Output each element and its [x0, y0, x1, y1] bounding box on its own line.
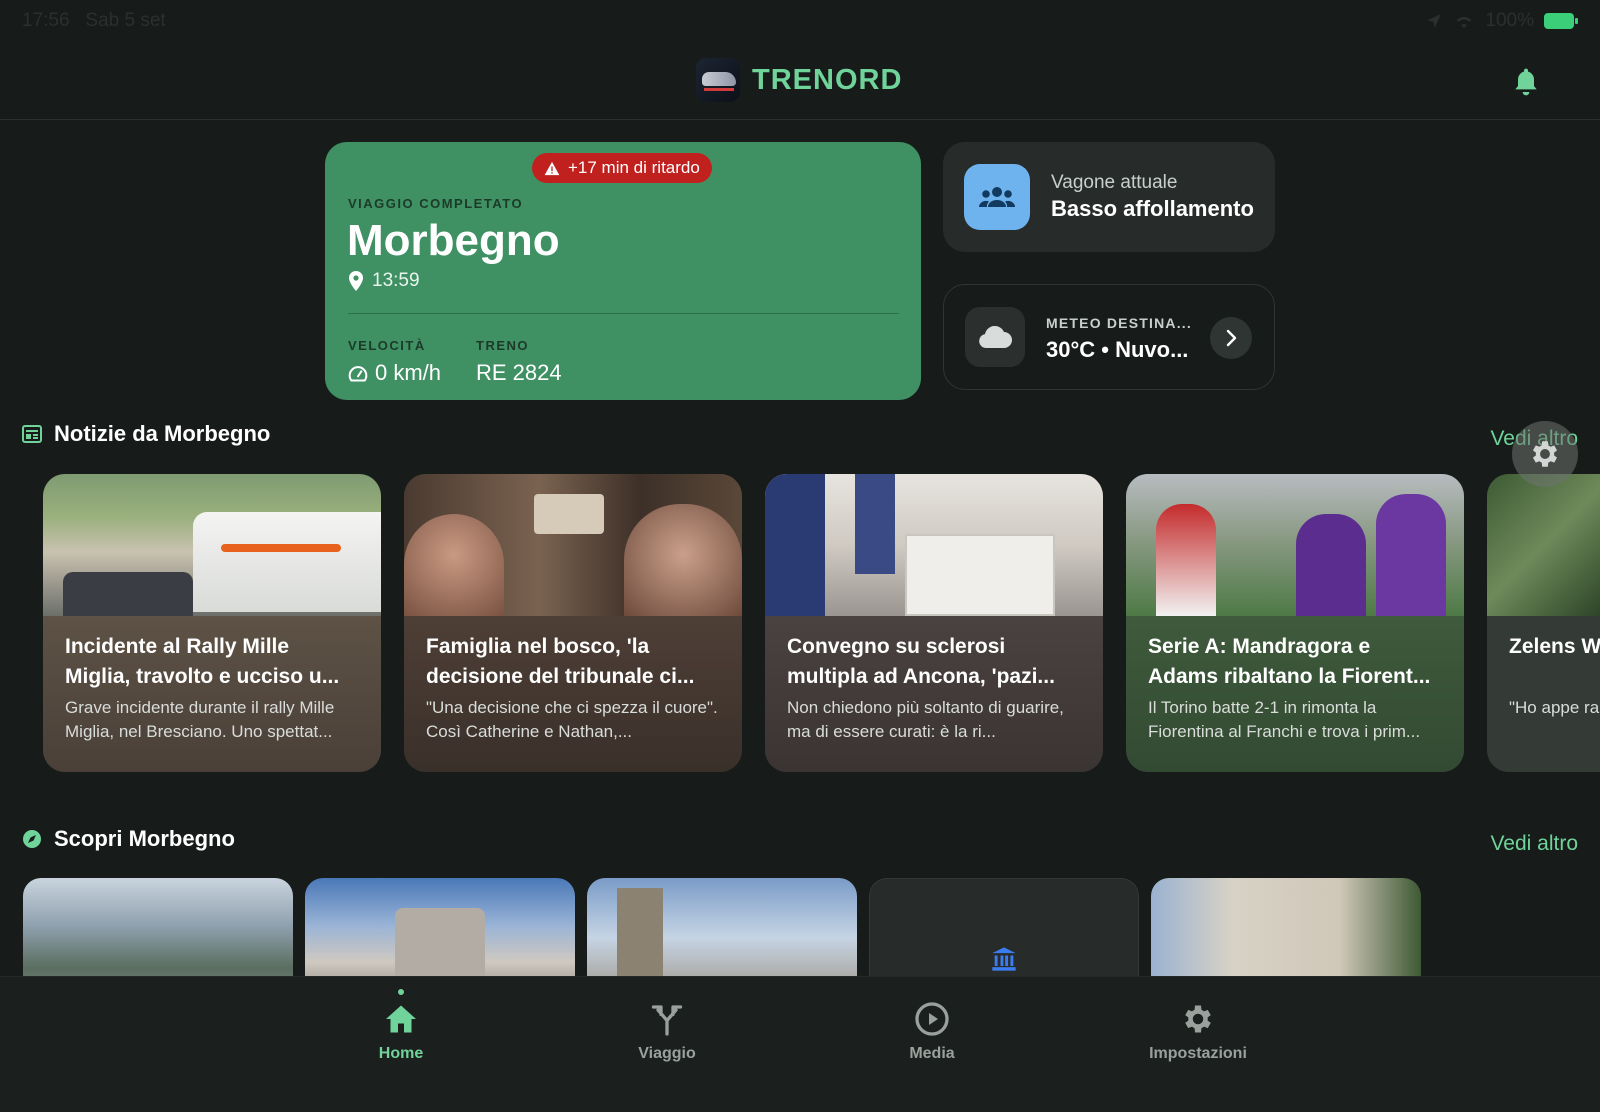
delay-badge: +17 min di ritardo [532, 153, 712, 183]
floating-settings-button[interactable] [1512, 421, 1578, 487]
news-card-title: Famiglia nel bosco, 'la decisione del tr… [426, 635, 695, 688]
nav-settings[interactable]: Impostazioni [1128, 1001, 1268, 1063]
news-card-title: Convegno su sclerosi multipla ad Ancona,… [787, 635, 1055, 688]
speed-text: 0 km/h [375, 360, 442, 385]
weather-label: METEO DESTINA... [1046, 315, 1192, 331]
crowding-card[interactable]: Vagone attuale Basso affollamento [943, 142, 1275, 252]
trip-status: VIAGGIO COMPLETATO [348, 196, 524, 211]
status-date: Sab 5 set [85, 10, 166, 31]
play-circle-icon [915, 1002, 949, 1036]
status-time: 17:56 [22, 10, 70, 31]
news-image [43, 474, 381, 616]
trip-arrival-time: 13:59 [348, 270, 420, 292]
trenord-logo-icon [696, 58, 740, 102]
battery-icon [1544, 13, 1578, 29]
nav-home-label: Home [378, 1045, 424, 1062]
news-card[interactable]: Zelens Witkof "Ho appe rapprese [1487, 474, 1600, 772]
trip-card[interactable]: +17 min di ritardo VIAGGIO COMPLETATO Mo… [325, 142, 921, 400]
news-image [1126, 474, 1464, 616]
news-card-title: Serie A: Mandragora e Adams ribaltano la… [1148, 635, 1431, 688]
news-card-title: Incidente al Rally Mille Miglia, travolt… [65, 635, 340, 688]
weather-card[interactable]: METEO DESTINA... 30°C • Nuvo... [943, 284, 1275, 390]
news-card[interactable]: Convegno su sclerosi multipla ad Ancona,… [765, 474, 1103, 772]
news-card-snippet: Il Torino batte 2-1 in rimonta la Fioren… [1148, 698, 1421, 741]
wifi-icon [1457, 16, 1472, 29]
news-card-snippet: "Una decisione che ci spezza il cuore". … [426, 698, 718, 741]
status-bar: 17:56 Sab 5 set 100% [0, 0, 1600, 44]
nav-media-label: Media [909, 1045, 955, 1062]
news-title-text: Notizie da Morbegno [54, 421, 271, 446]
nav-media[interactable]: Media [862, 1001, 1002, 1063]
newspaper-icon [22, 425, 42, 443]
train-label: TRENO [476, 338, 529, 353]
brand: TRENORD [696, 58, 902, 102]
gear-icon [1532, 441, 1558, 467]
news-card[interactable]: Serie A: Mandragora e Adams ribaltano la… [1126, 474, 1464, 772]
news-card-snippet: Grave incidente durante il rally Mille M… [65, 698, 335, 741]
train-number: RE 2824 [476, 360, 562, 385]
people-group-icon [964, 164, 1030, 230]
chevron-right-icon[interactable] [1210, 317, 1252, 359]
cloud-icon [965, 307, 1025, 367]
news-section-title: Notizie da Morbegno [22, 421, 270, 447]
crowding-label: Vagone attuale [1051, 172, 1178, 193]
location-pin-icon [349, 271, 363, 291]
nav-home[interactable]: Home [331, 1001, 471, 1063]
news-card-snippet: Non chiedono più soltanto di guarire, ma… [787, 698, 1064, 741]
bell-icon[interactable] [1510, 66, 1542, 98]
crowding-value: Basso affollamento [1051, 196, 1254, 221]
battery-percent: 100% [1485, 10, 1534, 31]
location-arrow-icon [1427, 14, 1442, 28]
speedometer-icon [348, 366, 368, 382]
weather-value: 30°C • Nuvo... [1046, 337, 1189, 362]
nav-trip-label: Viaggio [638, 1045, 696, 1062]
news-image [1487, 474, 1600, 616]
nav-settings-label: Impostazioni [1149, 1045, 1247, 1062]
news-card-snippet: "Ho appe rapprese [1509, 698, 1600, 717]
news-image [765, 474, 1103, 616]
route-fork-icon [651, 1005, 683, 1036]
discover-see-more-link[interactable]: Vedi altro [1490, 832, 1578, 856]
news-card-title: Zelens Witkof [1509, 635, 1600, 658]
discover-title-text: Scopri Morbegno [54, 826, 235, 851]
discover-section-title: Scopri Morbegno [22, 826, 235, 852]
speed-label: VELOCITÀ [348, 338, 426, 353]
app-header: TRENORD [0, 44, 1600, 120]
news-card[interactable]: Famiglia nel bosco, 'la decisione del tr… [404, 474, 742, 772]
news-image [404, 474, 742, 616]
compass-icon [23, 830, 41, 848]
trip-destination: Morbegno [347, 216, 560, 265]
news-card[interactable]: Incidente al Rally Mille Miglia, travolt… [43, 474, 381, 772]
trip-time-text: 13:59 [372, 270, 420, 291]
speed-value: 0 km/h [348, 360, 441, 386]
bottom-navigation: Home Viaggio Media Impostazioni [0, 976, 1600, 1112]
delay-text: +17 min di ritardo [568, 158, 700, 177]
active-indicator [398, 989, 404, 995]
home-icon [386, 1005, 416, 1033]
gear-icon [1185, 1005, 1211, 1033]
warning-icon [544, 161, 560, 175]
museum-icon [992, 947, 1016, 971]
nav-trip[interactable]: Viaggio [597, 1001, 737, 1063]
trip-divider [348, 313, 899, 314]
brand-name: TRENORD [752, 63, 903, 96]
